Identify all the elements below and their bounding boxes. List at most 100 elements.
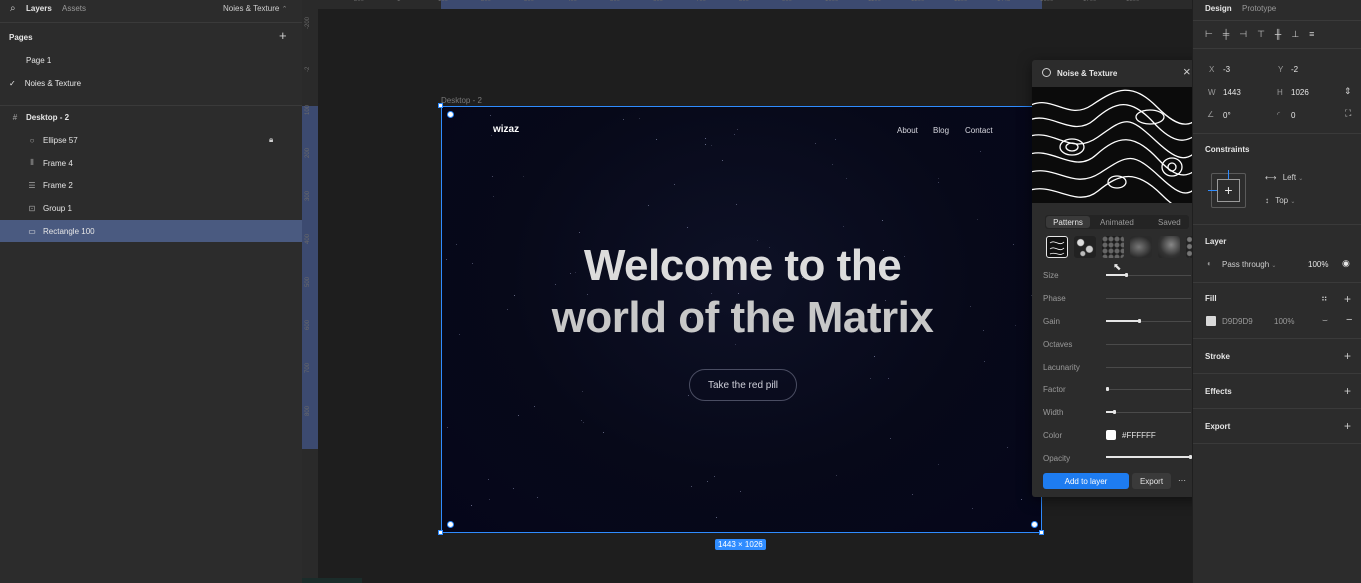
layer-opacity-input[interactable]: 100% <box>1308 260 1328 269</box>
tab-animated[interactable]: Animated <box>1100 218 1134 227</box>
radius-input[interactable]: 0 <box>1291 111 1295 120</box>
size-slider[interactable] <box>1106 273 1191 277</box>
tab-saved[interactable]: Saved <box>1158 218 1181 227</box>
layer-ellipse-57[interactable]: ○ Ellipse 57 🔒︎ <box>0 129 302 151</box>
w-input[interactable]: 1443 <box>1223 88 1241 97</box>
lacunarity-slider[interactable] <box>1106 367 1191 368</box>
fill-swatch[interactable] <box>1206 316 1216 326</box>
effects-title: Effects <box>1205 387 1232 396</box>
page-item-noise-texture[interactable]: ✓ Noies & Texture <box>0 72 302 94</box>
divider <box>1193 282 1361 283</box>
opacity-slider[interactable] <box>1106 455 1192 459</box>
align-center-h-icon[interactable]: ╪ <box>1223 29 1229 40</box>
constraints-widget[interactable]: + <box>1208 170 1246 208</box>
corner-radius-handle[interactable] <box>447 111 454 118</box>
pattern-thumb-clouds[interactable] <box>1130 236 1152 258</box>
close-icon[interactable]: × <box>1183 65 1191 78</box>
star <box>707 481 708 482</box>
slider-knob[interactable] <box>1125 273 1129 277</box>
desktop-frame[interactable]: wizaz About Blog Contact Welcome to the … <box>441 106 1042 533</box>
size-badge: 1443 × 1026 <box>715 539 766 550</box>
independent-corners-icon[interactable]: ⛶ <box>1345 108 1351 119</box>
ruler-tick-label: 1200 <box>911 0 925 3</box>
star <box>648 205 649 206</box>
gain-slider[interactable] <box>1106 319 1191 323</box>
star <box>737 129 738 130</box>
tab-layers[interactable]: Layers <box>26 4 52 13</box>
pattern-thumb-cells[interactable] <box>1074 236 1096 258</box>
fill-styles-icon[interactable]: ⠶ <box>1321 293 1328 304</box>
constraint-top-line[interactable] <box>1228 170 1229 179</box>
pattern-thumb-dots[interactable] <box>1102 236 1124 258</box>
slider-knob[interactable] <box>1106 387 1109 391</box>
resize-handle[interactable] <box>1039 530 1044 535</box>
width-slider[interactable] <box>1106 410 1191 414</box>
align-right-icon[interactable]: ⊣ <box>1239 29 1247 40</box>
remove-fill-icon[interactable]: − <box>1346 314 1352 326</box>
star <box>815 143 816 144</box>
fill-visibility-icon[interactable]: ⌣ <box>1322 315 1328 326</box>
slider-knob[interactable] <box>1112 410 1116 414</box>
star <box>534 406 535 407</box>
pattern-thumb-contour[interactable] <box>1046 236 1068 258</box>
more-options-icon[interactable]: ··· <box>1178 476 1186 485</box>
align-left-icon[interactable]: ⊢ <box>1205 29 1213 40</box>
star <box>890 438 891 439</box>
align-center-v-icon[interactable]: ╫ <box>1275 29 1281 40</box>
color-swatch[interactable] <box>1106 430 1116 440</box>
constrain-proportions-icon[interactable]: ⇕ <box>1344 86 1352 97</box>
corner-radius-handle[interactable] <box>447 521 454 528</box>
export-button[interactable]: Export <box>1132 473 1171 489</box>
add-export-icon[interactable]: + <box>1344 420 1351 432</box>
layer-frame-2[interactable]: ☰ Frame 2 <box>0 174 302 196</box>
add-stroke-icon[interactable]: + <box>1344 350 1351 362</box>
tab-design[interactable]: Design <box>1205 4 1232 13</box>
constraint-left-line[interactable] <box>1208 190 1217 191</box>
resize-handle[interactable] <box>438 530 443 535</box>
add-effect-icon[interactable]: + <box>1344 385 1351 397</box>
fill-opacity[interactable]: 100% <box>1274 317 1294 326</box>
color-hex[interactable]: #FFFFFF <box>1122 431 1156 440</box>
h-input[interactable]: 1026 <box>1291 88 1309 97</box>
nav-about[interactable]: About <box>897 126 918 135</box>
cta-button[interactable]: Take the red pill <box>689 369 797 401</box>
add-to-layer-button[interactable]: Add to layer <box>1043 473 1129 489</box>
lock-icon[interactable]: 🔒︎ <box>269 135 273 145</box>
x-input[interactable]: -3 <box>1223 65 1230 74</box>
tab-patterns[interactable]: Patterns <box>1046 216 1090 228</box>
star <box>603 432 604 433</box>
layer-rectangle-100[interactable]: ▭ Rectangle 100 <box>0 220 302 242</box>
layer-desktop-2[interactable]: # Desktop - 2 <box>0 106 302 128</box>
nav-contact[interactable]: Contact <box>965 126 993 135</box>
tab-assets[interactable]: Assets <box>62 4 86 13</box>
search-icon[interactable]: ⌕ <box>10 3 16 14</box>
slider-knob[interactable] <box>1138 319 1141 323</box>
y-input[interactable]: -2 <box>1291 65 1298 74</box>
rotation-input[interactable]: 0° <box>1223 111 1231 120</box>
eye-icon[interactable]: ◉ <box>1342 258 1350 269</box>
corner-radius-handle[interactable] <box>1031 521 1038 528</box>
add-page-icon[interactable]: + <box>279 29 287 42</box>
site-logo[interactable]: wizaz <box>493 124 519 135</box>
constraint-horizontal[interactable]: ⟷ Left ⌄ <box>1265 173 1303 182</box>
nav-blog[interactable]: Blog <box>933 126 949 135</box>
octaves-slider[interactable] <box>1106 344 1191 345</box>
fill-hex[interactable]: D9D9D9 <box>1222 317 1253 326</box>
constraint-vertical[interactable]: ↕ Top ⌄ <box>1265 196 1295 205</box>
page-item-page1[interactable]: Page 1 <box>0 49 302 71</box>
distribute-icon[interactable]: ≡ <box>1309 29 1314 40</box>
align-top-icon[interactable]: ⊤ <box>1257 29 1265 40</box>
layer-group-1[interactable]: ⊡ Group 1 <box>0 197 302 219</box>
tab-prototype[interactable]: Prototype <box>1242 4 1276 13</box>
align-bottom-icon[interactable]: ⊥ <box>1291 29 1299 40</box>
pattern-thumb-blur[interactable] <box>1158 236 1180 258</box>
blend-mode-select[interactable]: Pass through ⌄ <box>1222 260 1276 269</box>
resize-handle[interactable] <box>438 103 443 108</box>
factor-slider[interactable] <box>1106 387 1191 391</box>
frame-label[interactable]: Desktop - 2 <box>441 96 482 105</box>
star <box>493 196 494 197</box>
layer-frame-4[interactable]: ⦀ Frame 4 <box>0 152 302 174</box>
page-switcher[interactable]: Noies & Texture ⌃ <box>223 4 287 13</box>
phase-slider[interactable] <box>1106 298 1191 299</box>
add-fill-icon[interactable]: + <box>1344 293 1351 305</box>
